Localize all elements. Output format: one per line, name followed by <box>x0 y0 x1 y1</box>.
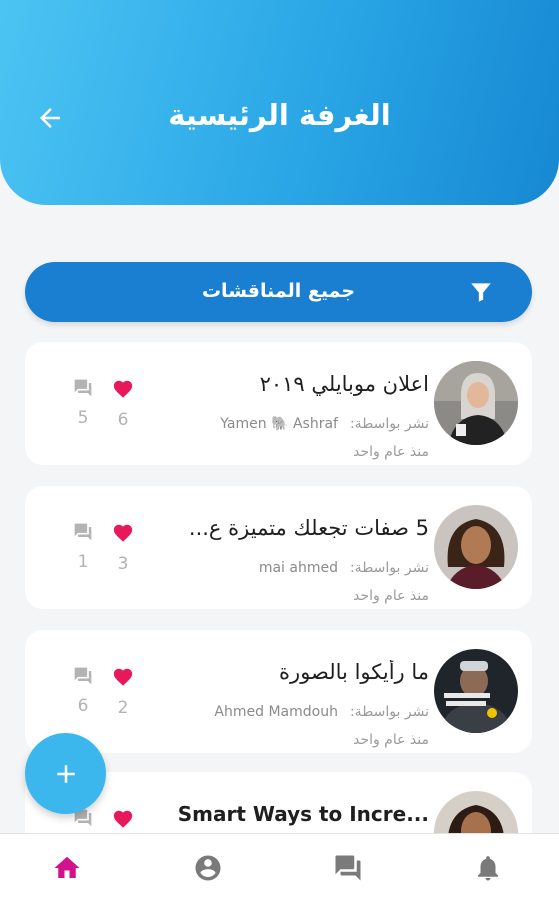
page-title: الغرفة الرئيسية <box>168 98 391 132</box>
like-counter[interactable]: 2 <box>108 666 138 718</box>
plus-icon <box>56 764 75 783</box>
posted-by-label: نشر بواسطة: <box>349 704 429 720</box>
post-card[interactable]: ما رأيكوا بالصورة Ahmed Mamdouh نشر بواس… <box>25 630 532 753</box>
nav-profile[interactable] <box>192 852 224 884</box>
nav-home[interactable] <box>51 852 83 884</box>
comment-counter[interactable]: 5 <box>68 378 98 428</box>
chat-icon <box>335 855 361 881</box>
post-time: منذ عام واحد <box>353 588 429 604</box>
heart-icon <box>113 380 133 398</box>
like-count: 6 <box>117 410 129 430</box>
add-post-button[interactable] <box>25 733 106 814</box>
nav-notifications[interactable] <box>472 852 504 884</box>
post-title: 5 صفات تجعلك متميزة ع... <box>188 516 429 540</box>
post-card[interactable]: اعلان موبايلي ٢٠١٩ Yamen 🐘 Ashraf نشر بو… <box>25 342 532 465</box>
avatar <box>434 361 518 445</box>
post-author[interactable]: Yamen 🐘 Ashraf <box>220 416 338 432</box>
comments-icon <box>74 667 92 685</box>
avatar <box>434 649 518 733</box>
bottom-navigation <box>0 833 559 900</box>
comment-counter[interactable]: 6 <box>68 666 98 716</box>
discussion-filter[interactable]: جميع المناقشات <box>25 262 532 322</box>
post-author[interactable]: Ahmed Mamdouh <box>214 704 338 720</box>
heart-icon <box>113 668 133 686</box>
app-header: الغرفة الرئيسية <box>0 0 559 205</box>
comment-counter[interactable]: 1 <box>68 522 98 572</box>
filter-icon <box>471 283 491 302</box>
like-counter[interactable]: 6 <box>108 378 138 430</box>
posted-by-label: نشر بواسطة: <box>349 416 429 432</box>
like-counter[interactable] <box>108 808 138 834</box>
avatar <box>434 505 518 589</box>
like-count: 3 <box>117 554 129 574</box>
post-time: منذ عام واحد <box>353 732 429 748</box>
post-meta: mai ahmed نشر بواسطة: <box>259 560 429 576</box>
nav-chat[interactable] <box>332 852 364 884</box>
like-count: 2 <box>117 698 129 718</box>
post-meta: Yamen 🐘 Ashraf نشر بواسطة: <box>220 416 429 432</box>
home-icon <box>54 856 80 878</box>
post-meta: Ahmed Mamdouh نشر بواسطة: <box>214 704 429 720</box>
post-card[interactable]: 5 صفات تجعلك متميزة ع... mai ahmed نشر ب… <box>25 486 532 609</box>
heart-icon <box>113 524 133 542</box>
comments-icon <box>74 523 92 541</box>
post-time: منذ عام واحد <box>353 444 429 460</box>
comments-icon <box>74 379 92 397</box>
comment-count: 1 <box>77 552 89 572</box>
post-title: Smart Ways to Incre... <box>177 802 429 826</box>
bell-icon <box>478 856 498 881</box>
comment-count: 6 <box>77 696 89 716</box>
comment-count: 5 <box>77 408 89 428</box>
post-author[interactable]: mai ahmed <box>259 560 338 576</box>
heart-icon <box>113 810 133 828</box>
posted-by-label: نشر بواسطة: <box>349 560 429 576</box>
filter-label: جميع المناقشات <box>201 280 356 302</box>
profile-icon <box>195 855 221 881</box>
like-counter[interactable]: 3 <box>108 522 138 574</box>
post-title: اعلان موبايلي ٢٠١٩ <box>259 372 429 396</box>
post-title: ما رأيكوا بالصورة <box>279 660 429 684</box>
